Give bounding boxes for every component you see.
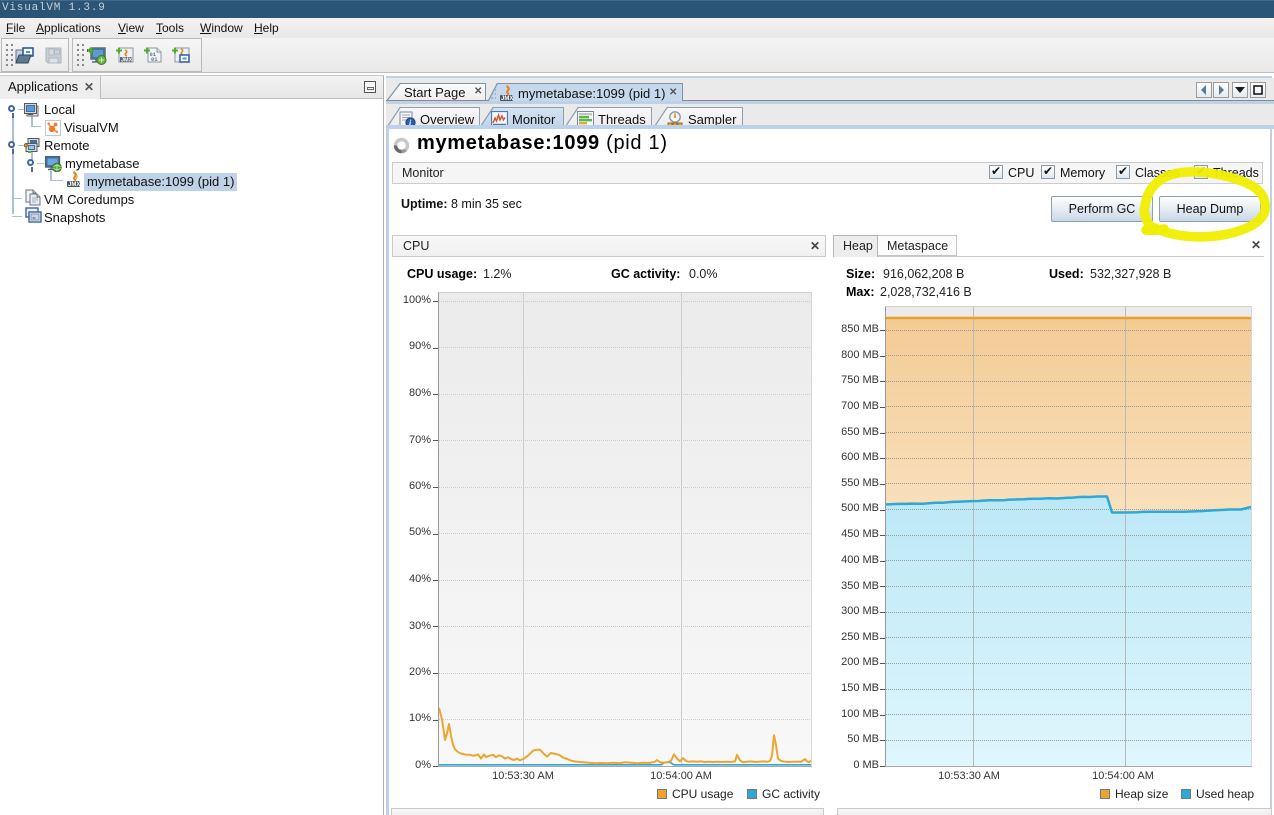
svg-text:JMX: JMX [68, 182, 80, 188]
svg-text:01: 01 [151, 56, 158, 63]
svg-text:JMX: JMX [121, 58, 133, 64]
